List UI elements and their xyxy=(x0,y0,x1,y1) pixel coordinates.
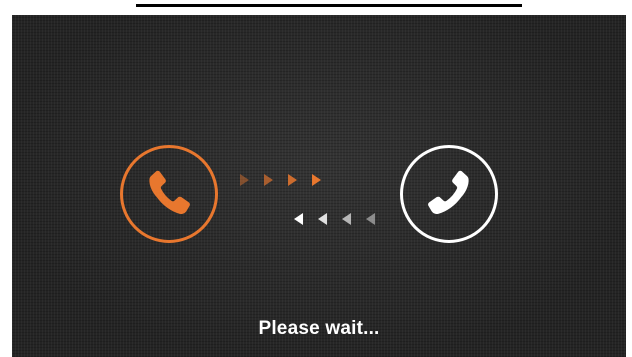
arrow-right-icon xyxy=(288,174,297,186)
status-message: Please wait... xyxy=(258,318,380,339)
caller-phone-circle xyxy=(120,145,218,243)
page: Please wait... xyxy=(0,0,632,357)
arrow-right-icon xyxy=(240,174,249,186)
top-divider xyxy=(136,4,522,7)
phone-handset-icon xyxy=(428,170,469,215)
arrow-right-icon xyxy=(312,174,321,186)
outgoing-arrows xyxy=(240,173,336,187)
calling-screen: Please wait... xyxy=(12,15,626,357)
incoming-arrows xyxy=(294,212,390,226)
arrow-left-icon xyxy=(318,213,327,225)
arrow-left-icon xyxy=(342,213,351,225)
arrow-left-icon xyxy=(366,213,375,225)
arrow-right-icon xyxy=(264,174,273,186)
callee-phone-circle xyxy=(400,145,498,243)
arrow-left-icon xyxy=(294,213,303,225)
phone-handset-icon xyxy=(149,170,190,215)
